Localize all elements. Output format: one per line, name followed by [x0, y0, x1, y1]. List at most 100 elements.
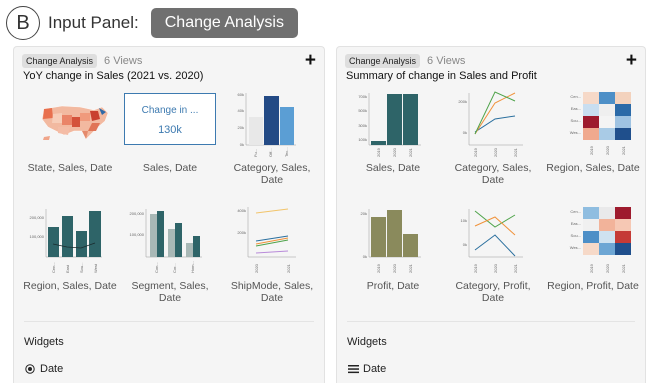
x-tick-label: Cen...: [51, 262, 56, 273]
x-tick-label: Hom...: [190, 261, 195, 273]
view-card-caption: Region, Sales, Date: [546, 162, 640, 174]
heatmap-cell: [583, 219, 599, 231]
y-tick-label: 200,000: [30, 215, 45, 220]
category-bar-thumbnail: 60k 40k 20k 0k Fu... Off... Tec...: [238, 92, 296, 157]
category-sales-line-thumbnail: 200k 0k 2019 2020 2021: [458, 91, 523, 157]
x-tick-label: 2021: [286, 263, 291, 273]
region-sales-heatmap-thumbnail: Cen... Eas... Sou... Wes... 2019 2020 20…: [570, 92, 631, 155]
heatmap-cell: [583, 207, 599, 219]
series-line: [474, 210, 516, 228]
x-tick-label: 2021: [408, 263, 413, 273]
us-choropleth-map-thumbnail: [41, 105, 109, 140]
change-analysis-tag[interactable]: Change Analysis: [345, 54, 421, 68]
view-card-region-sales-heatmap[interactable]: Cen... Eas... Sou... Wes... 2019 2020 20…: [545, 87, 641, 187]
change-analysis-tag[interactable]: Change Analysis: [22, 54, 98, 68]
y-tick-label: Cen...: [570, 94, 581, 99]
view-card-category-sales-trend[interactable]: 200k 0k 2019 2020 2021 Category, Sales, …: [445, 87, 541, 187]
heatmap-cell: [583, 104, 599, 116]
widgets-title: Widgets: [347, 336, 387, 348]
y-tick-label: 20k: [361, 211, 367, 216]
series-line: [474, 216, 516, 236]
y-tick-label: 60k: [238, 92, 244, 97]
heatmap-cell: [615, 243, 631, 255]
bar-2020: [387, 94, 402, 145]
x-tick-label: 2021: [513, 147, 518, 157]
heatmap-cell: [599, 92, 615, 104]
bar-west: [89, 211, 101, 257]
bar-east: [62, 216, 73, 257]
prior-year-line: [52, 242, 96, 249]
add-view-button[interactable]: +: [305, 51, 316, 70]
bar-central: [48, 227, 59, 257]
sales-bar-thumbnail: 700k 500k 300k 100k 2019 2020 2021: [358, 93, 421, 157]
y-tick-label: 0k: [363, 254, 367, 259]
y-tick-label: Eas...: [571, 221, 581, 226]
x-tick-label: 2021: [621, 263, 626, 273]
heatmap-cell: [615, 104, 631, 116]
date-widget[interactable]: Date: [24, 363, 63, 375]
view-card-shipmode-sales[interactable]: 400k 200k 2020 2021 ShipMode, Sales, Dat…: [224, 205, 320, 305]
y-tick-label: 200,000: [130, 211, 145, 216]
shipmode-line-thumbnail: 400k 200k 2020 2021: [237, 207, 296, 273]
heatmap-cell: [599, 219, 615, 231]
x-tick-label: 2019: [376, 147, 381, 157]
view-card-sales-kpi[interactable]: Change in ... 130k Sales, Date: [122, 87, 218, 187]
view-card-profit-by-year[interactable]: 20k 0k 2019 2020 2021 Profit, Date: [345, 205, 441, 305]
view-card-caption: State, Sales, Date: [27, 162, 113, 174]
x-tick-label: 2020: [605, 263, 610, 273]
y-tick-label: 0k: [463, 130, 467, 135]
bar-2020: [387, 210, 402, 257]
divider: [347, 321, 635, 322]
bar-corporate-2021: [175, 223, 182, 257]
add-view-button[interactable]: +: [626, 51, 637, 70]
radio-icon: [24, 363, 36, 375]
heatmap-cell: [615, 128, 631, 140]
view-card-segment-sales[interactable]: 200,000 100,000 Con... Cor... Hom... Seg…: [122, 205, 218, 305]
x-tick-label: 2019: [473, 147, 478, 157]
input-panel-selection-button[interactable]: Change Analysis: [150, 8, 298, 38]
x-tick-label: 2019: [589, 145, 594, 155]
view-card-state-map[interactable]: State, Sales, Date: [22, 87, 118, 187]
view-card-caption: Category, Sales, Date: [233, 162, 311, 186]
date-widget[interactable]: Date: [347, 363, 386, 375]
view-card-sales-by-year[interactable]: 700k 500k 300k 100k 2019 2020 2021 Sales…: [345, 87, 441, 187]
bar-office: [264, 96, 279, 145]
bar-2021: [403, 94, 418, 145]
view-card-category-sales[interactable]: 60k 40k 20k 0k Fu... Off... Tec... Categ…: [224, 87, 320, 187]
kpi-title: Change in ...: [141, 105, 199, 116]
x-tick-label: 2020: [254, 263, 259, 273]
x-tick-label: 2021: [621, 145, 626, 155]
views-count: 6 Views: [104, 55, 143, 67]
x-tick-label: Off...: [268, 148, 273, 157]
y-tick-label: 10k: [461, 218, 467, 223]
y-tick-label: 100k: [358, 137, 367, 142]
y-tick-label: Sou...: [571, 233, 581, 238]
view-card-region-sales[interactable]: 200,000 100,000 Cen... East Sou... West …: [22, 205, 118, 305]
x-tick-label: Cor...: [172, 263, 177, 273]
view-card-region-profit-heatmap[interactable]: Cen... Eas... Sou... Wes... 2019 2020 20…: [545, 205, 641, 305]
y-tick-label: 40k: [238, 108, 244, 113]
widget-label: Date: [363, 363, 387, 375]
region-bar-thumbnail: 200,000 100,000 Cen... East Sou... West: [30, 209, 102, 273]
views-count: 6 Views: [427, 55, 466, 67]
list-icon: [347, 363, 359, 375]
heatmap-cell: [583, 92, 599, 104]
y-tick-label: 500k: [358, 108, 367, 113]
divider: [24, 321, 314, 322]
panel-badge: B: [6, 6, 40, 40]
view-card-caption: Sales, Date: [142, 162, 198, 174]
series-line: [474, 234, 516, 257]
segment-bar-thumbnail: 200,000 100,000 Con... Cor... Hom...: [130, 209, 202, 273]
y-tick-label: 200k: [458, 99, 467, 104]
panel-title: YoY change in Sales (2021 vs. 2020): [23, 70, 204, 82]
x-tick-label: 2021: [513, 263, 518, 273]
profit-bar-thumbnail: 20k 0k 2019 2020 2021: [361, 209, 421, 273]
x-tick-label: 2020: [392, 147, 397, 157]
heatmap-cell: [615, 219, 631, 231]
y-tick-label: 400k: [237, 208, 246, 213]
x-tick-label: 2021: [408, 147, 413, 157]
kpi-value: 130k: [158, 124, 182, 136]
bar-home-office-2021: [193, 236, 200, 257]
view-card-caption: Region, Profit, Date: [547, 280, 639, 292]
view-card-category-profit-trend[interactable]: 10k 0k 2019 2020 2021 Category, Profit, …: [445, 205, 541, 305]
